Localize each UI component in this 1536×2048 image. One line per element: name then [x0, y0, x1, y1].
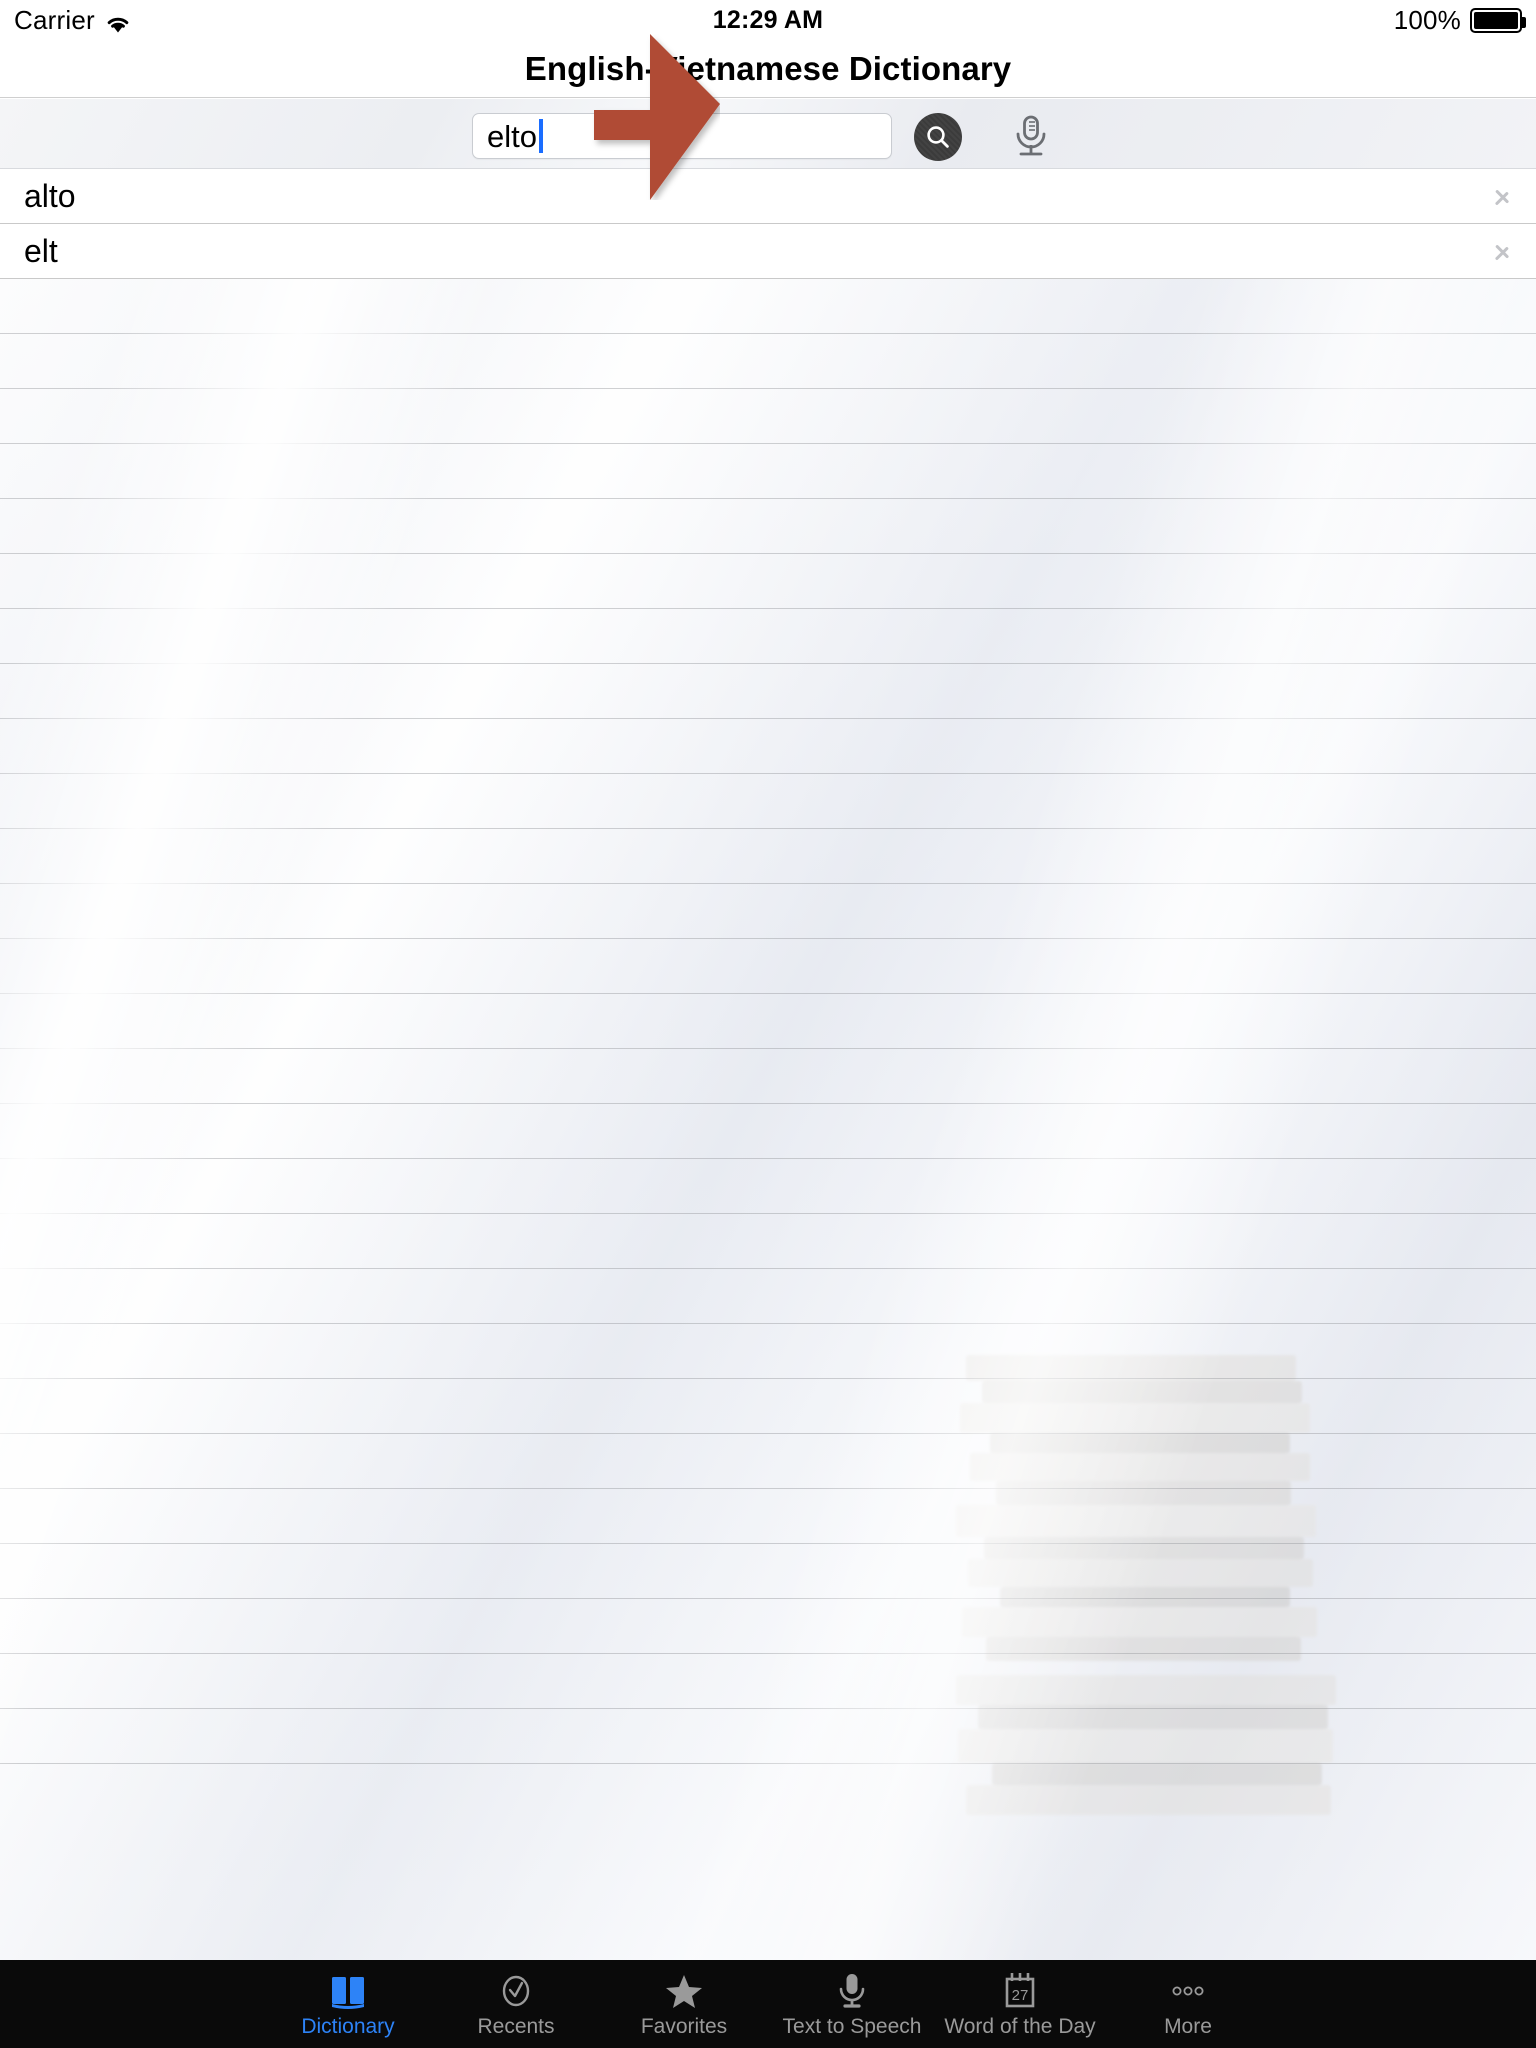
app-screen: Carrier 12:29 AM 100% English-Vietnamese…	[0, 0, 1536, 2048]
empty-table-row	[0, 334, 1536, 389]
result-word-label: alto	[24, 177, 76, 214]
empty-table-row	[0, 1599, 1536, 1654]
empty-table-row	[0, 1214, 1536, 1269]
empty-table-row	[0, 1269, 1536, 1324]
tab-icon-wrap	[495, 1971, 537, 2011]
status-bar: Carrier 12:29 AM 100%	[0, 0, 1536, 40]
tab-dictionary[interactable]: Dictionary	[264, 1960, 432, 2048]
search-button[interactable]	[914, 113, 962, 161]
clock-check-icon	[502, 1975, 530, 2007]
microphone-icon	[839, 1974, 865, 2008]
chevron-right-icon	[1496, 182, 1512, 210]
result-rows: alto elt	[0, 169, 1536, 279]
empty-table-row	[0, 1104, 1536, 1159]
battery-percent-label: 100%	[1393, 4, 1461, 35]
page-title: English-Vietnamese Dictionary	[524, 49, 1012, 87]
empty-table-row	[0, 829, 1536, 884]
tab-icon-wrap	[831, 1971, 873, 2011]
empty-table-row	[0, 1324, 1536, 1379]
tab-label: Recents	[477, 2015, 555, 2038]
status-bar-time: 12:29 AM	[712, 5, 824, 34]
tab-icon-wrap	[327, 1971, 369, 2011]
tab-label: More	[1164, 2015, 1212, 2038]
empty-table-row	[0, 1654, 1536, 1709]
empty-table-row	[0, 774, 1536, 829]
calendar-27-icon: 27	[1005, 1973, 1035, 2008]
tab-label: Dictionary	[301, 2015, 395, 2038]
tab-icon-wrap: 27	[999, 1971, 1041, 2011]
empty-table-row	[0, 1434, 1536, 1489]
empty-table-row	[0, 664, 1536, 719]
tab-label: Text to Speech	[782, 2015, 922, 2038]
empty-table-row	[0, 1049, 1536, 1104]
status-bar-right: 100%	[1393, 4, 1526, 36]
tab-icon-wrap	[663, 1971, 705, 2011]
empty-table-row	[0, 1489, 1536, 1544]
empty-table-row	[0, 1709, 1536, 1764]
result-row[interactable]: elt	[0, 224, 1536, 279]
battery-full-icon	[1470, 7, 1526, 33]
tab-label: Favorites	[640, 2015, 728, 2038]
navigation-bar: English-Vietnamese Dictionary	[0, 40, 1536, 98]
search-bar: elto	[0, 99, 1536, 169]
results-area: alto elt	[0, 169, 1536, 1960]
empty-table-row	[0, 444, 1536, 499]
empty-table-row	[0, 939, 1536, 994]
empty-table-row	[0, 1159, 1536, 1214]
empty-rows-list	[0, 279, 1536, 1764]
empty-table-row	[0, 994, 1536, 1049]
empty-table-row	[0, 884, 1536, 939]
result-row[interactable]: alto	[0, 169, 1536, 224]
result-word-label: elt	[24, 232, 58, 269]
empty-table-row	[0, 609, 1536, 664]
ellipsis-icon	[1172, 1986, 1204, 1996]
empty-table-row	[0, 279, 1536, 334]
microphone-icon	[1016, 115, 1046, 156]
tab-label: Word of the Day	[944, 2015, 1096, 2038]
tab-text-to-speech[interactable]: Text to Speech	[768, 1960, 936, 2048]
tab-bar: Dictionary Recents Favorites Text to Speech…	[0, 1960, 1536, 2048]
search-icon	[927, 126, 949, 148]
chevron-right-icon	[1496, 237, 1512, 265]
search-input-value: elto	[487, 118, 537, 154]
tab-more[interactable]: More	[1104, 1960, 1272, 2048]
tab-word-of-the-day[interactable]: 27 Word of the Day	[936, 1960, 1104, 2048]
empty-table-row	[0, 554, 1536, 609]
empty-table-row	[0, 1379, 1536, 1434]
empty-table-row	[0, 1544, 1536, 1599]
search-input[interactable]: elto	[472, 113, 892, 159]
empty-table-row	[0, 719, 1536, 774]
tab-recents[interactable]: Recents	[432, 1960, 600, 2048]
voice-search-button[interactable]	[1005, 111, 1057, 163]
text-cursor	[538, 119, 543, 153]
empty-table-row	[0, 499, 1536, 554]
tab-icon-wrap	[1167, 1971, 1209, 2011]
empty-table-row	[0, 389, 1536, 444]
star-icon	[666, 1975, 702, 2008]
open-book-icon	[332, 1977, 364, 2009]
tab-favorites[interactable]: Favorites	[600, 1960, 768, 2048]
svg-text:27: 27	[1012, 1987, 1029, 2004]
